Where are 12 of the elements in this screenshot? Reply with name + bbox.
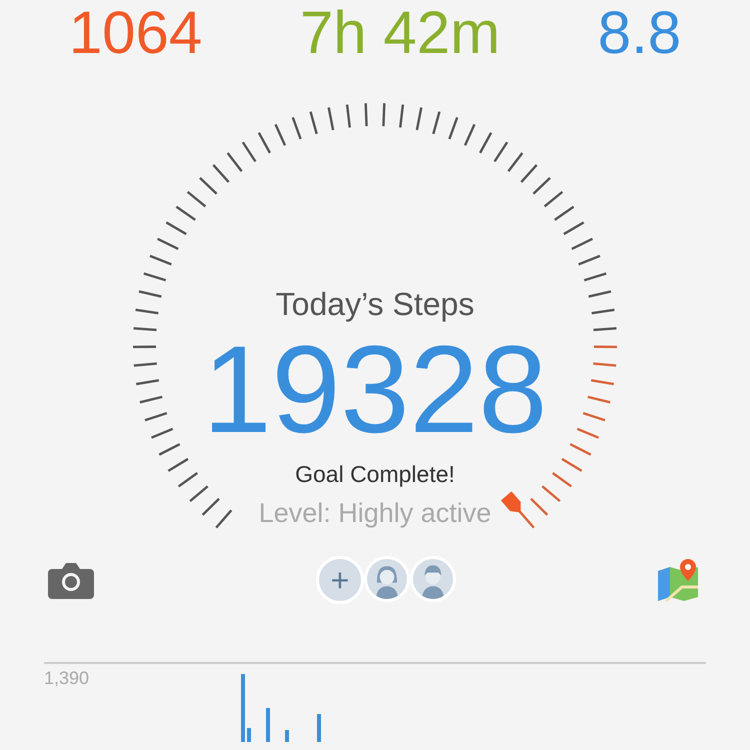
friend-avatar[interactable] <box>364 556 410 602</box>
axis-label: 1,390 <box>44 668 90 689</box>
gauge-title: Today’s Steps <box>276 286 474 323</box>
step-count: 19328 <box>202 325 548 455</box>
stat-value: 1064 <box>68 0 202 66</box>
camera-icon[interactable] <box>48 561 94 599</box>
activity-level: Level: Highly active <box>258 498 492 529</box>
add-friend-button[interactable]: + <box>316 556 364 604</box>
friend-avatar[interactable] <box>410 556 456 602</box>
stat-value: 7h 42m <box>300 0 500 66</box>
stat-value: 8.8 <box>598 0 682 66</box>
goal-status: Goal Complete! <box>295 461 455 488</box>
